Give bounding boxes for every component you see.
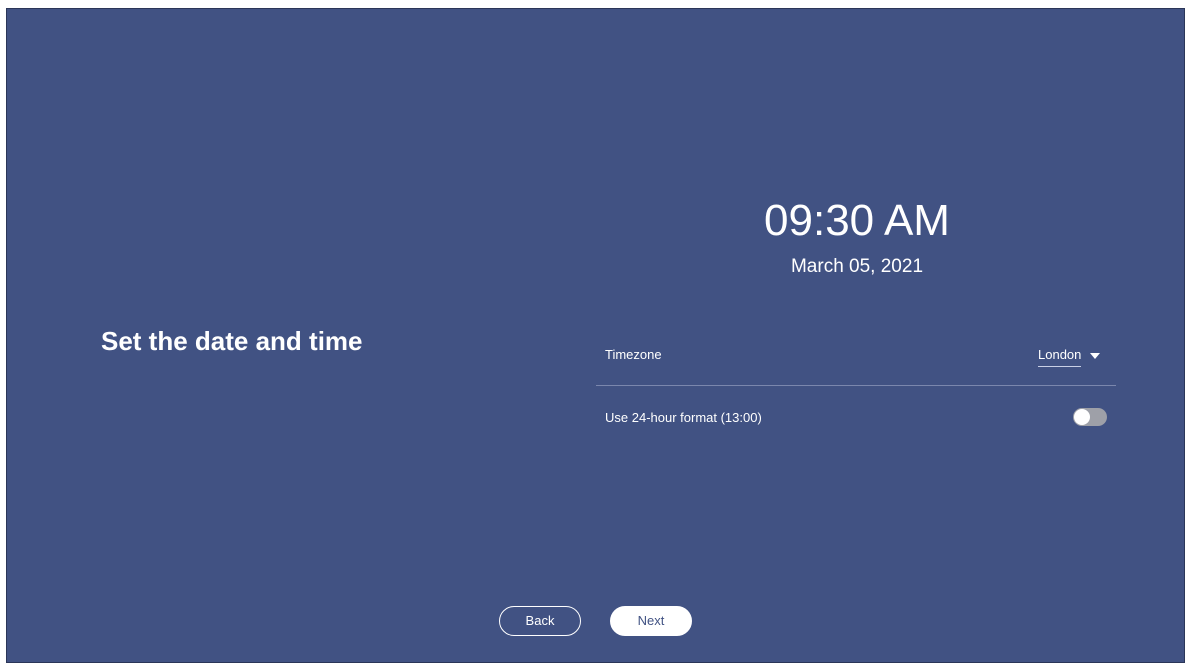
toggle-knob (1074, 409, 1090, 425)
divider (596, 385, 1116, 386)
timezone-value[interactable]: London (1038, 346, 1082, 367)
format-24h-label: Use 24-hour format (13:00) (605, 410, 762, 425)
setup-screen: Set the date and time 09:30 AM March 05,… (6, 8, 1185, 663)
next-button[interactable]: Next (610, 606, 692, 636)
timezone-label: Timezone (605, 347, 662, 362)
chevron-down-icon[interactable] (1090, 353, 1101, 359)
page-title: Set the date and time (101, 326, 363, 356)
back-button[interactable]: Back (499, 606, 581, 636)
format-24h-toggle[interactable] (1073, 408, 1107, 426)
clock-date: March 05, 2021 (790, 256, 924, 277)
timezone-dropdown[interactable]: London (1038, 345, 1101, 367)
clock-time: 09:30 AM (764, 196, 950, 245)
